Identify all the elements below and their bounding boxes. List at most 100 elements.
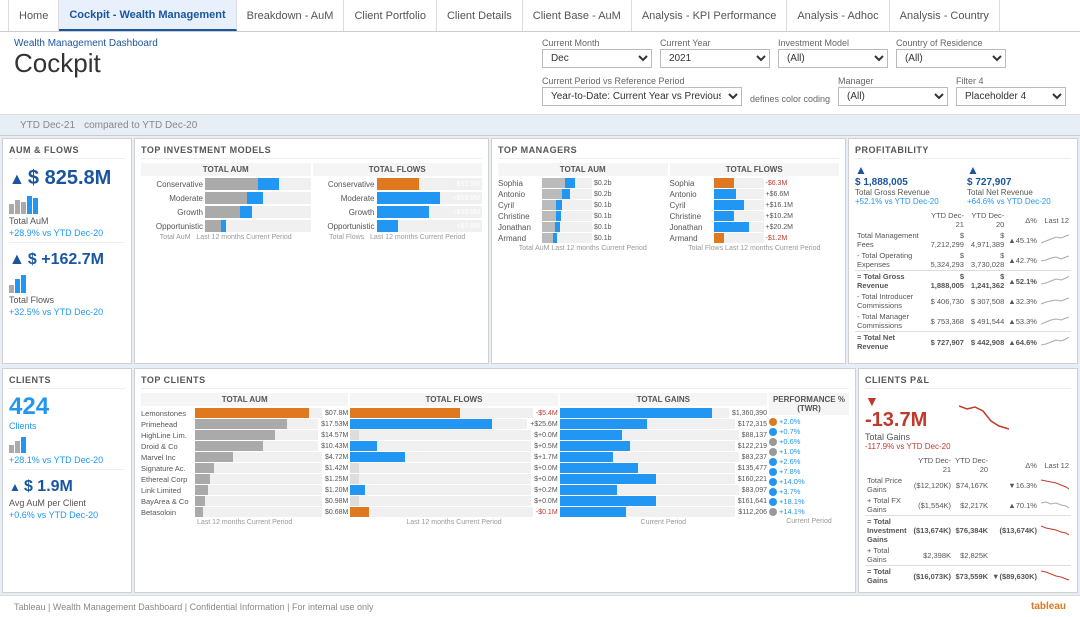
mgr-aum-val-antonio: $0.2b xyxy=(594,191,612,198)
cpnl-label-fx: + Total FX Gains xyxy=(865,495,911,516)
prof-last12-intro xyxy=(1039,291,1071,311)
tc-name-signature: Signature Ac. xyxy=(141,464,193,473)
inv-bar-moderate xyxy=(205,192,311,204)
tc-fbar-highline xyxy=(350,430,531,440)
cpnl-last12-total-gains xyxy=(1039,566,1071,587)
nav-client-details[interactable]: Client Details xyxy=(437,0,523,31)
tc-aum-val-bayarea: $0.98M xyxy=(325,498,348,505)
tc-flows-highline: $+0.0M xyxy=(350,430,557,440)
mgr-flows-armand: Armand -$1.2M xyxy=(670,233,840,243)
tc-gbar-signature xyxy=(560,463,735,473)
nav-home[interactable]: Home xyxy=(8,0,59,31)
cpnl-ytd21-fx: ($1,554K) xyxy=(911,495,953,516)
inv-flows-label-c: Conservative xyxy=(313,180,375,189)
mgr-row-christine: Christine $0.1b xyxy=(498,211,668,221)
prof-ytd20-mgr-comm: $ 491,544 xyxy=(966,311,1006,332)
prof-row-mgmt-fees: Total Management Fees $ 7,212,299 $ 4,97… xyxy=(855,230,1071,250)
nav-analysis-adhoc[interactable]: Analysis - Adhoc xyxy=(787,0,889,31)
mgr-aum-val-sophia: $0.2b xyxy=(594,180,612,187)
tc-aum-val-marvel: $4.72M xyxy=(325,454,348,461)
filter-country-select[interactable]: (All) xyxy=(896,49,1006,68)
cpnl-title: CLIENTS P&L xyxy=(865,375,1071,389)
mgr-aum-bar-armand xyxy=(542,233,592,243)
tc-aum-signature: Signature Ac. $1.42M xyxy=(141,463,348,473)
nav-client-portfolio[interactable]: Client Portfolio xyxy=(344,0,437,31)
tc-aum-subtitle: TOTAL AUM xyxy=(141,393,348,406)
mgr-aum-bar-sophia xyxy=(542,178,592,188)
prof-delta-gross: ▲52.1% xyxy=(1006,271,1039,292)
tc-gval-lemonstones: $1,360,390 xyxy=(732,410,767,417)
filter-year-select[interactable]: 2021 xyxy=(660,49,770,68)
perf-dot-ethereal xyxy=(769,478,777,486)
tc-flows-bayarea: $+0.0M xyxy=(350,496,557,506)
inv-bar-blue-moderate xyxy=(247,192,263,204)
tc-fval-droid: $+0.5M xyxy=(534,443,558,450)
cpnl-col-delta: Δ% xyxy=(990,455,1039,475)
aum-label: Total AuM xyxy=(9,216,125,226)
tc-fbar-link xyxy=(350,485,531,495)
tc-fval-link: $+0.2M xyxy=(534,487,558,494)
tc-aum-bar-lemonstones xyxy=(195,408,322,418)
inv-flows-val-m: +$59.8M xyxy=(453,195,480,202)
nav-analysis-country[interactable]: Analysis - Country xyxy=(890,0,1000,31)
tc-gbar-lemonstones xyxy=(560,408,729,418)
nav-cockpit[interactable]: Cockpit - Wealth Management xyxy=(59,0,236,31)
mgr-name-antonio: Antonio xyxy=(498,190,540,199)
tc-gains-lemonstones: $1,360,390 xyxy=(560,408,767,418)
inv-bar-opportunistic xyxy=(205,220,311,232)
mgr-fbar-sophia xyxy=(714,178,764,188)
tc-name-betasoloin: Betasoloin xyxy=(141,508,193,517)
prof-ytd20-intro: $ 307,508 xyxy=(966,291,1006,311)
tc-flows-lemonstones: -$5.4M xyxy=(350,408,557,418)
tc-aum-val-betasoloin: $0.68M xyxy=(325,509,348,516)
nav-client-base[interactable]: Client Base - AuM xyxy=(523,0,632,31)
cpnl-table: YTD Dec-21 YTD Dec-20 Δ% Last 12 Total P… xyxy=(865,455,1071,586)
top-clients-panel: TOP CLIENTS TOTAL AUM Lemonstones $07.8M… xyxy=(134,368,856,593)
prof-ytd20-opex: $ 3,730,028 xyxy=(966,250,1006,271)
tc-aum-bar-marvel xyxy=(195,452,322,462)
tc-gval-signature: $135,477 xyxy=(738,465,767,472)
nav-breakdown[interactable]: Breakdown - AuM xyxy=(237,0,345,31)
filter-inv-select[interactable]: (All) xyxy=(778,49,888,68)
spark-bar-3 xyxy=(21,202,26,214)
clients-title: CLIENTS xyxy=(9,375,125,389)
tc-perf-subtitle: PERFORMANCE % (TWR) xyxy=(769,393,849,415)
inv-label-opportunistic: Opportunistic xyxy=(141,222,203,231)
filter-manager-select[interactable]: (All) xyxy=(838,87,948,106)
prof-col-delta: Δ% xyxy=(1006,210,1039,230)
filter-period-select[interactable]: Year-to-Date: Current Year vs Previous Y… xyxy=(542,87,742,106)
mgr-flows-jonathan: Jonathan +$20.2M xyxy=(670,222,840,232)
mgr-fval-jonathan: +$20.2M xyxy=(766,224,793,231)
filter-4-select[interactable]: Placeholder 4 xyxy=(956,87,1066,106)
cpnl-row-total-gains: = Total Gains ($16,073K) $73,559K ▼($89,… xyxy=(865,566,1071,587)
tc-aum-bar-ethereal xyxy=(195,474,322,484)
perf-dot-signature xyxy=(769,468,777,476)
clients-panel: CLIENTS 424 Clients +28.1% vs YTD Dec-20… xyxy=(2,368,132,593)
prof-delta-opex: ▲42.7% xyxy=(1006,250,1039,271)
tc-name-primehead: Primehead xyxy=(141,420,193,429)
tc-gains-axis: Current Period xyxy=(560,519,767,526)
mgr-aum-val-christine: $0.1b xyxy=(594,213,612,220)
aum-value: $ 825.8M xyxy=(28,167,111,189)
tc-aum-droid: Droid & Co $10.43M xyxy=(141,441,348,451)
tc-flows-axis: Last 12 months Current Period xyxy=(350,519,557,526)
inv-flows-label-g: Growth xyxy=(313,208,375,217)
avg-aum-value: $ 1.9M xyxy=(24,478,73,495)
tc-gval-primehead: $172,315 xyxy=(738,421,767,428)
mgr-flows-christine: Christine +$10.2M xyxy=(670,211,840,221)
spark-bar-5 xyxy=(33,198,38,214)
inv-flows-fill-g xyxy=(377,206,430,218)
prof-row-opex: - Total Operating Expenses $ 5,324,293 $… xyxy=(855,250,1071,271)
nav-analysis-kpi[interactable]: Analysis - KPI Performance xyxy=(632,0,788,31)
mgr-aum-val-jonathan: $0.1b xyxy=(594,224,612,231)
filter-month-select[interactable]: Dec xyxy=(542,49,652,68)
clients-change: +28.1% vs YTD Dec-20 xyxy=(9,455,125,465)
mgr-fname-antonio: Antonio xyxy=(670,190,712,199)
inv-flows-val-g: +$33.0M xyxy=(453,209,480,216)
inv-flows-bar-o: +$7.0M xyxy=(377,220,483,232)
inv-flows-fill-o xyxy=(377,220,398,232)
tc-aum-bar-link xyxy=(195,485,322,495)
tc-gbar-primehead xyxy=(560,419,735,429)
tc-gval-ethereal: $160,221 xyxy=(738,476,767,483)
tc-flows-link: $+0.2M xyxy=(350,485,557,495)
